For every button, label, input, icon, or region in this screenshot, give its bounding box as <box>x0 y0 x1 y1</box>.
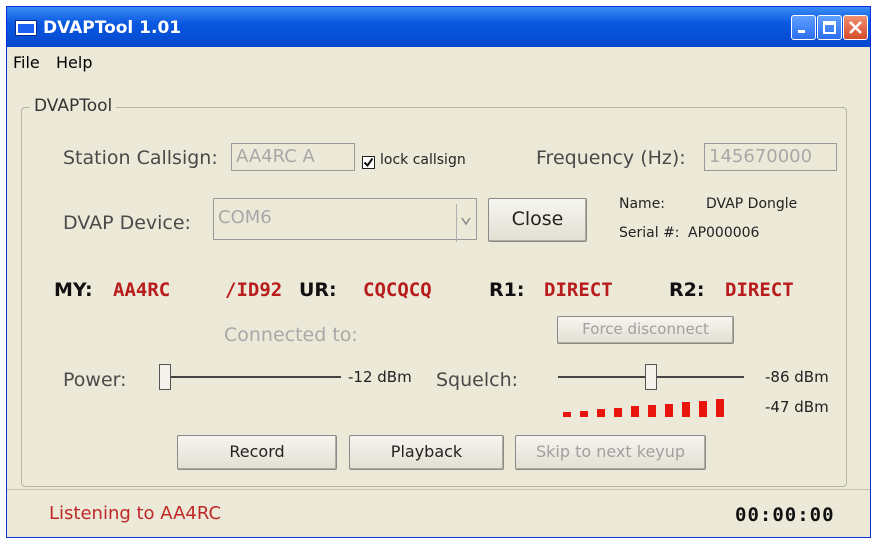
device-name-label: Name: <box>619 196 666 212</box>
device-name-value: DVAP Dongle <box>706 196 798 212</box>
r1-label: R1: <box>489 279 525 301</box>
close-window-button[interactable] <box>843 15 868 40</box>
meter-segment <box>631 406 639 417</box>
my-callsign: AA4RC <box>113 279 171 301</box>
r2-label: R2: <box>669 279 705 301</box>
checkmark-icon <box>363 157 374 168</box>
app-icon <box>15 20 37 36</box>
station-callsign-label: Station Callsign: <box>63 147 218 169</box>
serial-value: AP000006 <box>688 225 760 241</box>
status-separator <box>7 489 870 490</box>
dropdown-arrow[interactable] <box>456 204 476 242</box>
ur-label: UR: <box>299 279 337 301</box>
status-text: Listening to AA4RC <box>49 503 222 524</box>
signal-meter-value: -47 dBm <box>765 398 829 416</box>
minimize-button[interactable] <box>791 15 816 40</box>
close-device-button[interactable]: Close <box>488 198 587 242</box>
maximize-icon <box>823 21 836 34</box>
minimize-icon <box>798 30 805 33</box>
meter-segment <box>682 402 690 417</box>
menu-bar: File Help <box>7 47 870 77</box>
squelch-value: -86 dBm <box>765 368 829 386</box>
squelch-label: Squelch: <box>436 369 519 391</box>
menu-file[interactable]: File <box>13 53 40 72</box>
station-callsign-field[interactable]: AA4RC A <box>231 143 355 171</box>
maximize-button[interactable] <box>817 15 842 40</box>
app-window: DVAPTool 1.01 File Help DVAPTool Station… <box>6 6 871 538</box>
r2-value: DIRECT <box>725 279 794 301</box>
ur-callsign: CQCQCQ <box>363 279 432 301</box>
power-label: Power: <box>63 369 127 391</box>
elapsed-timer: 00:00:00 <box>735 504 835 526</box>
my-label: MY: <box>54 279 93 301</box>
power-slider-thumb[interactable] <box>159 364 171 390</box>
dvap-device-label: DVAP Device: <box>63 212 191 234</box>
connected-to-label: Connected to: <box>224 324 358 346</box>
close-icon <box>849 21 862 34</box>
frequency-field[interactable]: 145670000 <box>704 143 837 171</box>
record-button[interactable]: Record <box>177 435 337 470</box>
squelch-slider-thumb[interactable] <box>645 364 657 390</box>
title-bar[interactable]: DVAPTool 1.01 <box>7 7 870 47</box>
meter-segment <box>580 411 588 417</box>
r1-value: DIRECT <box>544 279 613 301</box>
serial-label: Serial #: <box>619 225 680 241</box>
meter-segment <box>614 408 622 417</box>
meter-segment <box>699 401 707 417</box>
chevron-down-icon <box>461 217 471 226</box>
my-suffix: /ID92 <box>225 279 283 301</box>
menu-help[interactable]: Help <box>56 53 92 72</box>
lock-callsign-checkbox[interactable] <box>362 156 375 169</box>
meter-segment <box>563 412 571 417</box>
meter-segment <box>716 399 724 417</box>
skip-to-next-keyup-button[interactable]: Skip to next keyup <box>515 435 706 470</box>
lock-callsign-label: lock callsign <box>380 152 466 168</box>
window-title: DVAPTool 1.01 <box>43 18 182 38</box>
group-label: DVAPTool <box>30 96 117 116</box>
meter-segment <box>665 404 673 417</box>
meter-segment <box>597 409 605 417</box>
meter-segment <box>648 405 656 417</box>
power-slider-track <box>159 376 341 378</box>
frequency-label: Frequency (Hz): <box>536 147 686 169</box>
playback-button[interactable]: Playback <box>349 435 504 470</box>
power-value: -12 dBm <box>348 368 412 386</box>
force-disconnect-button[interactable]: Force disconnect <box>557 316 734 344</box>
dvap-device-combobox[interactable]: COM6 <box>213 198 477 240</box>
